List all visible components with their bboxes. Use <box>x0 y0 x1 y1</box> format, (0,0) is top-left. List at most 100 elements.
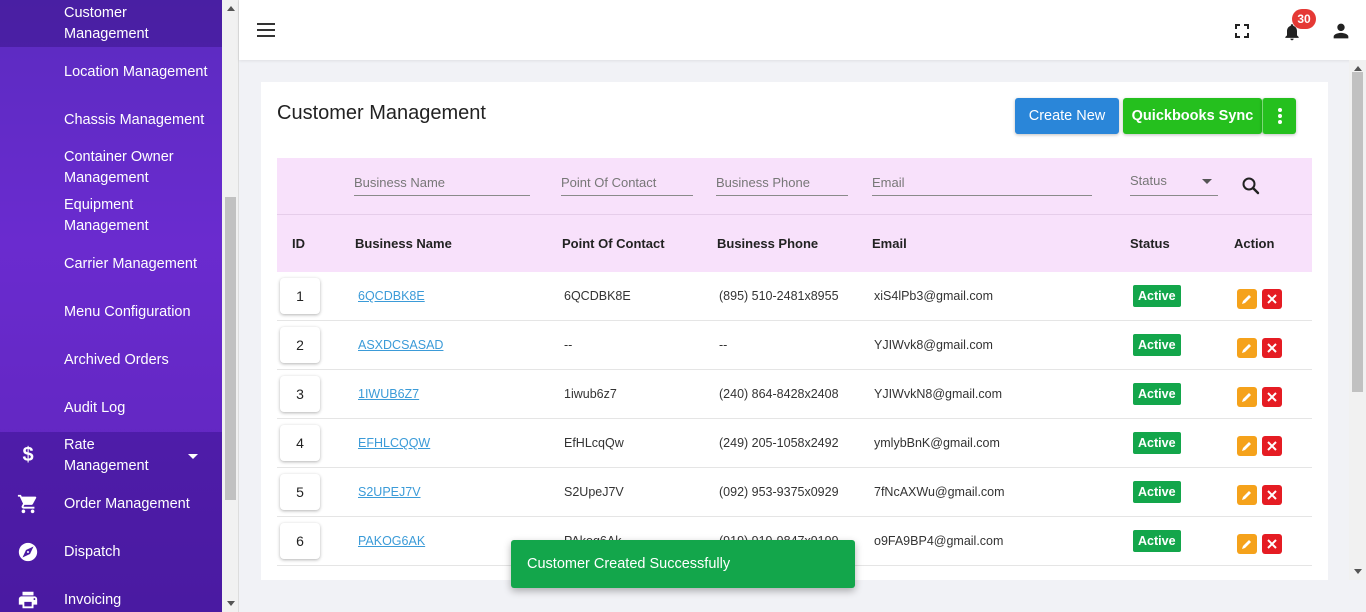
table-row: 3 1IWUB6Z7 1iwub6z7 (240) 864-8428x2408 … <box>277 370 1312 419</box>
delete-button[interactable] <box>1262 338 1282 358</box>
business-name-link[interactable]: 6QCDBK8E <box>358 289 425 303</box>
edit-button[interactable] <box>1237 436 1257 456</box>
pencil-icon <box>1242 540 1251 549</box>
pencil-icon <box>1242 344 1251 353</box>
more-vert-icon <box>1278 108 1282 124</box>
pencil-icon <box>1242 393 1251 402</box>
email-cell: o9FA9BP4@gmail.com <box>874 534 1004 548</box>
main-scrollbar[interactable] <box>1349 60 1366 580</box>
point-of-contact-filter[interactable]: Point Of Contact <box>561 174 693 196</box>
phone-cell: (895) 510-2481x8955 <box>719 289 839 303</box>
status-badge: Active <box>1133 383 1181 405</box>
scroll-up-icon[interactable] <box>1354 66 1362 71</box>
sidebar-item-carrier-management[interactable]: Carrier Management <box>0 254 222 275</box>
filter-placeholder: Business Name <box>354 175 446 190</box>
delete-button[interactable] <box>1262 534 1282 554</box>
sidebar-item-label: Order Management <box>64 496 190 512</box>
business-name-link[interactable]: EFHLCQQW <box>358 436 430 450</box>
create-new-button[interactable]: Create New <box>1015 98 1119 134</box>
sidebar-item-label: Invoicing <box>64 592 122 608</box>
email-cell: xiS4lPb3@gmail.com <box>874 289 993 303</box>
dropdown-arrow-icon <box>1202 179 1212 184</box>
close-icon <box>1267 294 1277 304</box>
page-title: Customer Management <box>277 102 486 124</box>
sidebar-scrollbar[interactable] <box>222 0 239 612</box>
scroll-down-icon[interactable] <box>1354 569 1362 574</box>
notification-badge: 30 <box>1292 9 1316 29</box>
delete-button[interactable] <box>1262 289 1282 309</box>
status-badge: Active <box>1133 432 1181 454</box>
business-name-link[interactable]: S2UPEJ7V <box>358 485 421 499</box>
sidebar-item-container-owner-management[interactable]: Container Owner Management <box>0 147 222 189</box>
scrollbar-thumb[interactable] <box>225 197 236 500</box>
column-header[interactable]: Status <box>1130 236 1170 251</box>
user-icon[interactable] <box>1330 20 1352 42</box>
fullscreen-icon[interactable] <box>1235 24 1249 38</box>
filter-placeholder: Status <box>1130 173 1167 188</box>
sidebar-item-chassis-management[interactable]: Chassis Management <box>0 110 222 131</box>
quickbooks-sync-button[interactable]: Quickbooks Sync <box>1123 98 1262 134</box>
business-name-link[interactable]: PAKOG6AK <box>358 534 425 548</box>
scroll-down-icon[interactable] <box>227 601 235 606</box>
email-cell: ymlybBnK@gmail.com <box>874 436 1000 450</box>
delete-button[interactable] <box>1262 485 1282 505</box>
business-phone-filter[interactable]: Business Phone <box>716 174 848 196</box>
contact-cell: 1iwub6z7 <box>564 387 617 401</box>
success-toast: Customer Created Successfully <box>511 540 855 588</box>
edit-button[interactable] <box>1237 387 1257 407</box>
row-id: 5 <box>280 474 320 510</box>
close-icon <box>1267 441 1277 451</box>
dollar-icon: $ <box>22 444 34 466</box>
phone-cell: (249) 205-1058x2492 <box>719 436 839 450</box>
table-row: 5 S2UPEJ7V S2UpeJ7V (092) 953-9375x0929 … <box>277 468 1312 517</box>
close-icon <box>1267 343 1277 353</box>
sidebar-item-location-management[interactable]: Location Management <box>0 62 222 83</box>
printer-icon <box>17 589 39 611</box>
sidebar-item-menu-configuration[interactable]: Menu Configuration <box>0 302 222 323</box>
delete-button[interactable] <box>1262 436 1282 456</box>
sidebar-item-label: Rate Management <box>64 437 149 474</box>
scrollbar-thumb[interactable] <box>1352 72 1363 392</box>
sidebar-item-rate-management[interactable]: $ Rate Management <box>0 435 222 477</box>
sidebar-item-equipment-management[interactable]: Equipment Management <box>0 195 222 237</box>
compass-icon <box>17 541 39 563</box>
column-header: ID <box>292 236 305 251</box>
search-icon[interactable] <box>1241 176 1261 196</box>
business-name-link[interactable]: 1IWUB6Z7 <box>358 387 419 401</box>
edit-button[interactable] <box>1237 485 1257 505</box>
column-header[interactable]: Point Of Contact <box>562 236 665 251</box>
column-header[interactable]: Email <box>872 236 907 251</box>
column-header[interactable]: Business Name <box>355 236 452 251</box>
email-filter[interactable]: Email <box>872 174 1092 196</box>
close-icon <box>1267 490 1277 500</box>
edit-button[interactable] <box>1237 534 1257 554</box>
status-select[interactable]: Status <box>1130 172 1218 196</box>
email-cell: YJIWvk8@gmail.com <box>874 338 993 352</box>
sidebar-item-customer-management[interactable]: Customer Management <box>0 3 222 45</box>
sidebar-item-archived-orders[interactable]: Archived Orders <box>0 350 222 371</box>
edit-button[interactable] <box>1237 338 1257 358</box>
pencil-icon <box>1242 442 1251 451</box>
edit-button[interactable] <box>1237 289 1257 309</box>
column-header[interactable]: Business Phone <box>717 236 818 251</box>
scroll-up-icon[interactable] <box>227 6 235 11</box>
sidebar-item-invoicing[interactable]: Invoicing <box>0 590 222 611</box>
sidebar-item-label: Menu Configuration <box>64 304 191 320</box>
row-id: 3 <box>280 376 320 412</box>
sidebar-item-label: Location Management <box>64 64 208 80</box>
sidebar-item-label: Audit Log <box>64 400 126 416</box>
sidebar-item-order-management[interactable]: Order Management <box>0 494 222 515</box>
sidebar-item-dispatch[interactable]: Dispatch <box>0 542 222 563</box>
business-name-filter[interactable]: Business Name <box>354 174 530 196</box>
contact-cell: -- <box>564 338 573 352</box>
sidebar-item-audit-log[interactable]: Audit Log <box>0 398 222 419</box>
sidebar: Customer Management Location Management … <box>0 0 222 612</box>
delete-button[interactable] <box>1262 387 1282 407</box>
sidebar-item-label: Container Owner Management <box>64 149 174 186</box>
sidebar-item-label: Archived Orders <box>64 352 169 368</box>
menu-icon[interactable] <box>257 23 275 37</box>
email-cell: YJIWvkN8@gmail.com <box>874 387 1002 401</box>
business-name-link[interactable]: ASXDCSASAD <box>358 338 443 352</box>
more-options-button[interactable] <box>1262 98 1296 134</box>
customer-table: Business Name Point Of Contact Business … <box>277 158 1312 580</box>
